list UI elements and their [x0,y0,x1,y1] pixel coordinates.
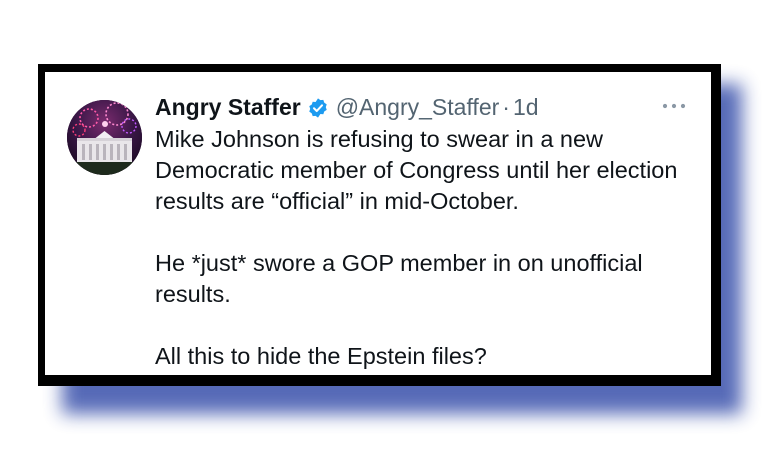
tweet-text: Mike Johnson is refusing to swear in a n… [155,124,695,372]
header-separator: · [502,94,510,120]
verified-badge-icon[interactable] [307,96,329,118]
tweet-paragraph: All this to hide the Epstein files? [155,343,487,369]
black-frame: Angry Staffer @Angry_Staffer · 1d Mike J… [38,64,721,386]
tweet-header: Angry Staffer @Angry_Staffer · 1d [155,92,539,122]
avatar[interactable] [67,100,142,175]
tweet-timestamp[interactable]: 1d [513,92,539,122]
tweet-card[interactable]: Angry Staffer @Angry_Staffer · 1d Mike J… [45,72,711,375]
author-name[interactable]: Angry Staffer [155,92,301,122]
tweet-paragraph: Mike Johnson is refusing to swear in a n… [155,126,678,214]
author-handle[interactable]: @Angry_Staffer [336,92,500,122]
screenshot-canvas: Angry Staffer @Angry_Staffer · 1d Mike J… [0,0,773,450]
more-options-icon[interactable] [657,94,691,118]
tweet-paragraph: He *just* swore a GOP member in on unoff… [155,250,643,307]
avatar-white-house-fireworks-image [67,100,142,175]
